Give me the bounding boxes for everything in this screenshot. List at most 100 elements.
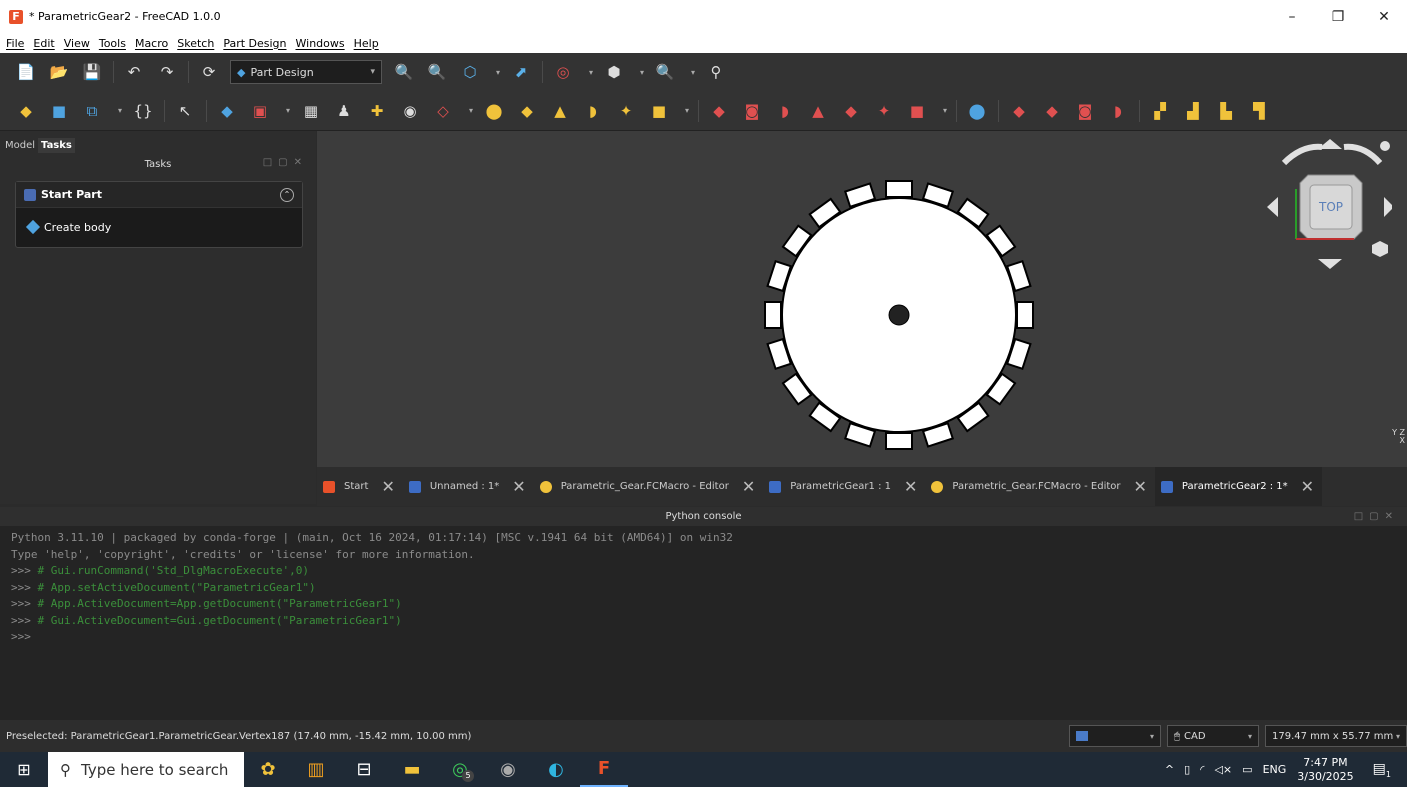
additive-primitive-icon[interactable]: ■ (647, 99, 671, 123)
multitransform-icon[interactable]: ▜ (1247, 99, 1271, 123)
taskbar-search-input[interactable]: ⚲ Type here to search (48, 752, 244, 787)
chrome-icon[interactable]: ◉ (484, 752, 532, 787)
task-view-icon[interactable]: ⊟ (340, 752, 388, 787)
draft-icon[interactable]: ◙ (1073, 99, 1097, 123)
close-icon[interactable]: ✕ (742, 477, 755, 496)
create-part-icon[interactable]: ■ (47, 99, 71, 123)
close-icon[interactable]: ✕ (381, 477, 394, 496)
view-right-arrow-icon[interactable] (1384, 197, 1392, 217)
minimize-button[interactable]: – (1269, 0, 1315, 33)
dimension-display[interactable]: 179.47 mm x 55.77 mm ▾ (1265, 725, 1407, 747)
language-indicator[interactable]: ENG (1263, 763, 1287, 776)
chevron-down-icon[interactable]: ▾ (680, 99, 694, 123)
subtractive-primitive-icon[interactable]: ■ (905, 99, 929, 123)
hole-icon[interactable]: ◙ (740, 99, 764, 123)
open-file-icon[interactable]: 📂 (47, 60, 71, 84)
create-body-icon[interactable]: ◆ (14, 99, 38, 123)
navigation-style-selector[interactable]: 🖱 CAD ▾ (1167, 725, 1259, 747)
menu-windows[interactable]: Windows (296, 37, 345, 50)
file-explorer-icon[interactable]: ▬ (388, 752, 436, 787)
chevron-up-icon[interactable]: ^ (1165, 763, 1174, 776)
save-icon[interactable]: 💾 (80, 60, 104, 84)
chevron-down-icon[interactable]: ▾ (686, 60, 700, 84)
draw-style-icon[interactable]: ⬡ (458, 60, 482, 84)
local-cs-icon[interactable]: ◇ (431, 99, 455, 123)
body-icon[interactable]: ◆ (215, 99, 239, 123)
menu-help[interactable]: Help (354, 37, 379, 50)
measure-icon[interactable]: 🔍 (653, 60, 677, 84)
chevron-down-icon[interactable]: ▾ (281, 99, 295, 123)
tab-start[interactable]: Start ✕ (317, 467, 403, 506)
subtractive-helix-icon[interactable]: ✦ (872, 99, 896, 123)
workbench-selector[interactable]: ◆ Part Design ▾ (230, 60, 382, 84)
polar-pattern-icon[interactable]: ▙ (1214, 99, 1238, 123)
validate-sketch-icon[interactable]: ▦ (299, 99, 323, 123)
linear-pattern-icon[interactable]: ▟ (1181, 99, 1205, 123)
menu-tools[interactable]: Tools (99, 37, 126, 50)
wifi-icon[interactable]: ◜ (1200, 763, 1204, 776)
refresh-icon[interactable]: ⟳ (197, 60, 221, 84)
python-console[interactable]: Python 3.11.10 | packaged by conda-forge… (0, 526, 1407, 720)
view-down-arrow-icon[interactable] (1318, 259, 1342, 269)
3d-viewport[interactable]: TOP Y Z X (317, 131, 1407, 467)
groove-icon[interactable]: ◗ (773, 99, 797, 123)
menu-part-design[interactable]: Part Design (223, 37, 286, 50)
subtractive-loft-icon[interactable]: ▲ (806, 99, 830, 123)
pad-icon[interactable]: ⬤ (482, 99, 506, 123)
revolution-icon[interactable]: ◆ (515, 99, 539, 123)
rotate-right-icon[interactable] (1343, 143, 1383, 166)
loft-icon[interactable]: ▲ (548, 99, 572, 123)
datum-plane-icon[interactable]: ◉ (398, 99, 422, 123)
menu-sketch[interactable]: Sketch (177, 37, 214, 50)
chevron-down-icon[interactable]: ▾ (113, 99, 127, 123)
fit-selection-icon[interactable]: 🔍 (425, 60, 449, 84)
chevron-down-icon[interactable]: ▾ (491, 60, 505, 84)
menu-view[interactable]: View (64, 37, 90, 50)
close-icon[interactable]: ✕ (1301, 477, 1314, 496)
chamfer-icon[interactable]: ◆ (1040, 99, 1064, 123)
chevron-down-icon[interactable]: ▾ (464, 99, 478, 123)
close-button[interactable]: ✕ (1361, 0, 1407, 33)
tab-parametricgear1[interactable]: ParametricGear1 : 1 ✕ (763, 467, 925, 506)
thickness-icon[interactable]: ◗ (1106, 99, 1130, 123)
tab-model[interactable]: Model (2, 138, 38, 153)
whats-this-icon[interactable]: ⚲ (704, 60, 728, 84)
create-body-link[interactable]: Create body (16, 208, 302, 246)
dock-controls-icon[interactable]: □▢✕ (263, 157, 308, 168)
navcube-menu-icon[interactable] (1380, 141, 1390, 151)
units-selector[interactable]: ▾ (1069, 725, 1161, 747)
view-left-arrow-icon[interactable] (1267, 197, 1278, 217)
clock[interactable]: 7:47 PM 3/30/2025 (1297, 756, 1353, 784)
console-prompt[interactable]: >>> (11, 629, 1396, 646)
rotate-left-icon[interactable] (1281, 143, 1323, 166)
isometric-cube-icon[interactable] (1372, 241, 1388, 257)
datum-line-icon[interactable]: ✚ (365, 99, 389, 123)
whatsapp-icon[interactable]: ◎ 5 (436, 752, 484, 787)
chevron-down-icon[interactable]: ▾ (938, 99, 952, 123)
braces-icon[interactable]: {} (131, 99, 155, 123)
menu-file[interactable]: File (6, 37, 24, 50)
collapse-icon[interactable]: ⌃ (280, 187, 294, 202)
redo-icon[interactable]: ↷ (155, 60, 179, 84)
fit-all-icon[interactable]: 🔍 (392, 60, 416, 84)
dock-controls-icon[interactable]: □▢✕ (1354, 507, 1399, 526)
edge-icon[interactable]: ◐ (532, 752, 580, 787)
volume-icon[interactable]: ◁× (1214, 763, 1232, 776)
freecad-taskbar-icon[interactable]: F (580, 752, 628, 787)
menu-macro[interactable]: Macro (135, 37, 168, 50)
pipe-icon[interactable]: ◗ (581, 99, 605, 123)
navigation-cube[interactable]: TOP (1262, 133, 1392, 283)
chevron-down-icon[interactable]: ▾ (635, 60, 649, 84)
std-views-icon[interactable]: ⬢ (602, 60, 626, 84)
helix-icon[interactable]: ✦ (614, 99, 638, 123)
maximize-button[interactable]: ❐ (1315, 0, 1361, 33)
close-icon[interactable]: ✕ (904, 477, 917, 496)
chevron-down-icon[interactable]: ▾ (584, 60, 598, 84)
tab-macro-editor-1[interactable]: Parametric_Gear.FCMacro - Editor ✕ (534, 467, 764, 506)
whats-this-icon[interactable]: ↖ (173, 99, 197, 123)
app-pinned-icon[interactable]: ▥ (292, 752, 340, 787)
tab-macro-editor-2[interactable]: Parametric_Gear.FCMacro - Editor ✕ (925, 467, 1155, 506)
undo-icon[interactable]: ↶ (122, 60, 146, 84)
phone-link-icon[interactable]: ▯ (1184, 763, 1190, 776)
new-file-icon[interactable]: 📄 (14, 60, 38, 84)
